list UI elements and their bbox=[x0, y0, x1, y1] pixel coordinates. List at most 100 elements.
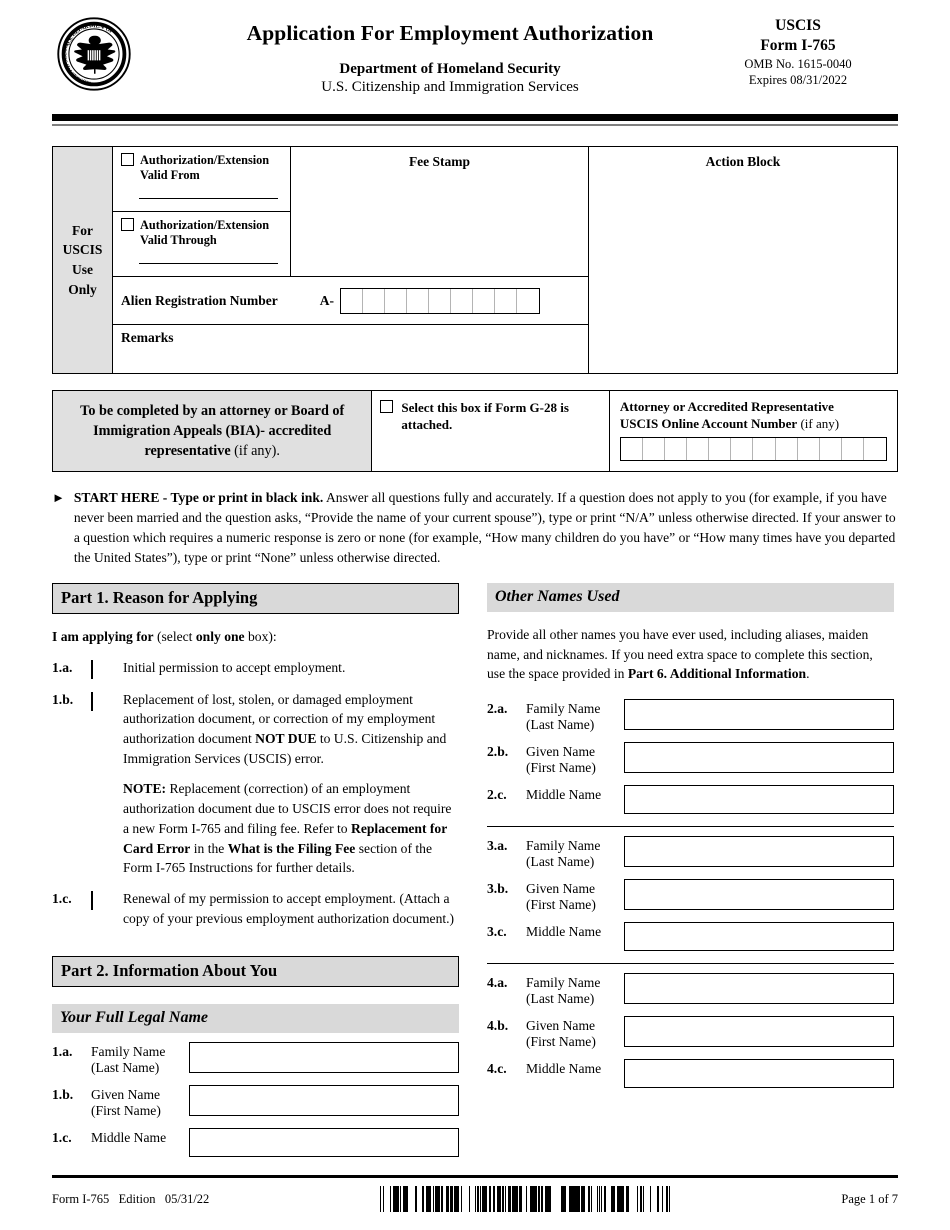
action-block-area[interactable]: Action Block bbox=[588, 147, 897, 373]
field-3c-label: Middle Name bbox=[526, 924, 602, 940]
barcode-icon bbox=[380, 1186, 671, 1212]
department-name: Department of Homeland Security bbox=[339, 60, 561, 77]
other-names-divider-1 bbox=[487, 826, 894, 828]
attorney-description-thin: (if any). bbox=[230, 443, 280, 460]
agency-abbr: USCIS bbox=[775, 17, 821, 34]
part1-intro-end: box): bbox=[244, 628, 277, 644]
form-number: Form I-765 bbox=[760, 36, 836, 54]
g28-label: Select this box if Form G-28 is attached… bbox=[401, 400, 569, 432]
field-3c-input[interactable] bbox=[624, 922, 894, 952]
triangle-right-icon: ► bbox=[52, 490, 65, 505]
field-2b-label: Given Name (First Name) bbox=[526, 744, 596, 776]
header-rule-thin bbox=[52, 124, 898, 126]
other-names-desc2: . bbox=[806, 666, 810, 682]
part1-item-1c: 1.c. Renewal of my permission to accept … bbox=[52, 889, 459, 928]
part1-item-1c-checkbox-wrap bbox=[91, 889, 123, 928]
field-row-3c: 3.c. Middle Name bbox=[487, 922, 894, 952]
field-4a-input[interactable] bbox=[624, 973, 894, 1005]
part1-header: Part 1. Reason for Applying bbox=[52, 582, 459, 614]
valid-from-label: Authorization/Extension Valid From bbox=[140, 153, 270, 182]
agency-name: U.S. Citizenship and Immigration Service… bbox=[321, 79, 579, 96]
part1-item-1b-checkbox[interactable] bbox=[91, 691, 93, 711]
part1-item-1a-label: Initial permission to accept employment. bbox=[123, 659, 346, 675]
field-1a-num: 1.a. bbox=[52, 1044, 73, 1060]
field-3b-input[interactable] bbox=[624, 879, 894, 911]
header-form-info: USCIS Form I-765 OMB No. 1615-0040 Expir… bbox=[698, 16, 898, 88]
part1-item-1a-checkbox-wrap bbox=[91, 658, 123, 679]
dhs-seal-icon: U.S. DEP ART MEN T OF HOM ELA ND S ECU R… bbox=[56, 16, 132, 92]
field-4c-num: 4.c. bbox=[487, 1061, 507, 1077]
field-row-1c: 1.c. Middle Name bbox=[52, 1128, 459, 1158]
field-2a-label: Family Name (Last Name) bbox=[526, 700, 601, 733]
field-2b-num: 2.b. bbox=[487, 744, 509, 760]
field-2a-num: 2.a. bbox=[487, 700, 508, 716]
field-2c-num: 2.c. bbox=[487, 787, 507, 803]
part1-note: NOTE: Replacement (correction) of an emp… bbox=[123, 779, 459, 878]
field-1c-label: Middle Name bbox=[91, 1130, 167, 1146]
field-2c-label: Middle Name bbox=[526, 787, 602, 803]
field-row-4a: 4.a. Family Name (Last Name) bbox=[487, 973, 894, 1007]
field-4c-label: Middle Name bbox=[526, 1061, 602, 1077]
attorney-account-cell: Attorney or Accredited Representative US… bbox=[610, 391, 897, 471]
field-2a-input[interactable] bbox=[624, 698, 894, 730]
alien-registration-input[interactable] bbox=[339, 287, 540, 314]
part1-intro-bold2: only one bbox=[195, 628, 245, 644]
field-row-3b: 3.b. Given Name (First Name) bbox=[487, 879, 894, 913]
field-1a-input[interactable] bbox=[189, 1042, 459, 1074]
attorney-account-label-line2: USCIS Online Account Number bbox=[619, 416, 798, 432]
uscis-use-only-block: For USCIS Use Only Authorization/Extensi… bbox=[52, 146, 898, 374]
attorney-account-label-ifany: (if any) bbox=[797, 416, 840, 432]
start-here-lead: START HERE - Type or print in black ink. bbox=[73, 490, 324, 505]
valid-through-writeline[interactable] bbox=[139, 263, 278, 264]
field-2c-input[interactable] bbox=[624, 785, 894, 815]
form-header: U.S. DEP ART MEN T OF HOM ELA ND S ECU R… bbox=[52, 0, 898, 106]
attorney-account-input[interactable] bbox=[619, 437, 887, 462]
left-column: Part 1. Reason for Applying I am applyin… bbox=[52, 582, 459, 1158]
part1-item-1a-checkbox[interactable] bbox=[91, 659, 93, 679]
page-title: Application For Employment Authorization bbox=[246, 21, 654, 45]
field-1c-num: 1.c. bbox=[52, 1130, 72, 1146]
field-1b-input[interactable] bbox=[189, 1085, 459, 1117]
part1-item-1b-checkbox-wrap bbox=[91, 690, 123, 769]
part1-item-1c-checkbox[interactable] bbox=[91, 890, 93, 910]
alien-registration-label: Alien Registration Number bbox=[121, 292, 278, 308]
field-row-4c: 4.c. Middle Name bbox=[487, 1059, 894, 1089]
part1-item-1b-label: Replacement of lost, stolen, or damaged … bbox=[123, 690, 459, 769]
field-4a-label: Family Name (Last Name) bbox=[526, 975, 601, 1007]
part1-item-1a-num: 1.a. bbox=[52, 659, 73, 675]
field-row-2a: 2.a. Family Name (Last Name) bbox=[487, 698, 894, 733]
start-here-text: START HERE - Type or print in black ink.… bbox=[74, 488, 898, 568]
attorney-account-label: Attorney or Accredited Representative US… bbox=[620, 398, 887, 432]
valid-through-cell: Authorization/Extension Valid Through bbox=[113, 211, 290, 276]
other-names-description: Provide all other names you have ever us… bbox=[487, 625, 894, 684]
field-4b-label: Given Name (First Name) bbox=[526, 1018, 596, 1050]
field-row-1b: 1.b. Given Name (First Name) bbox=[52, 1085, 459, 1119]
valid-from-writeline[interactable] bbox=[139, 198, 278, 199]
field-row-2c: 2.c. Middle Name bbox=[487, 785, 894, 815]
field-1c-input[interactable] bbox=[189, 1128, 459, 1158]
g28-checkbox[interactable] bbox=[380, 400, 394, 413]
footer-page-number: Page 1 of 7 bbox=[841, 1191, 898, 1206]
remarks-area[interactable]: Remarks bbox=[113, 325, 588, 373]
part1-item-1a: 1.a. Initial permission to accept employ… bbox=[52, 658, 459, 679]
field-4b-num: 4.b. bbox=[487, 1018, 509, 1034]
alien-registration-row: Alien Registration Number A- bbox=[113, 277, 588, 325]
other-names-header: Other Names Used bbox=[487, 582, 894, 612]
field-4c-input[interactable] bbox=[624, 1059, 894, 1089]
field-row-4b: 4.b. Given Name (First Name) bbox=[487, 1016, 894, 1050]
action-block-label: Action Block bbox=[705, 154, 781, 169]
valid-through-label: Authorization/Extension Valid Through bbox=[140, 218, 270, 247]
part1-note-bold2: What is the Filing Fee bbox=[227, 840, 356, 856]
field-4b-input[interactable] bbox=[624, 1016, 894, 1048]
field-3c-num: 3.c. bbox=[487, 924, 507, 940]
field-3a-num: 3.a. bbox=[487, 838, 508, 854]
attorney-account-label-line1: Attorney or Accredited Representative bbox=[619, 399, 834, 414]
valid-from-checkbox[interactable] bbox=[121, 153, 134, 166]
valid-through-checkbox[interactable] bbox=[121, 218, 134, 231]
field-2b-input[interactable] bbox=[624, 742, 894, 774]
attorney-description-cell: To be completed by an attorney or Board … bbox=[53, 391, 373, 471]
field-3a-input[interactable] bbox=[624, 836, 894, 868]
attorney-description-bold: To be completed by an attorney or Board … bbox=[80, 402, 345, 460]
uscis-use-only-side-label: For USCIS Use Only bbox=[53, 147, 113, 373]
fee-stamp-area[interactable]: Fee Stamp bbox=[291, 147, 588, 276]
